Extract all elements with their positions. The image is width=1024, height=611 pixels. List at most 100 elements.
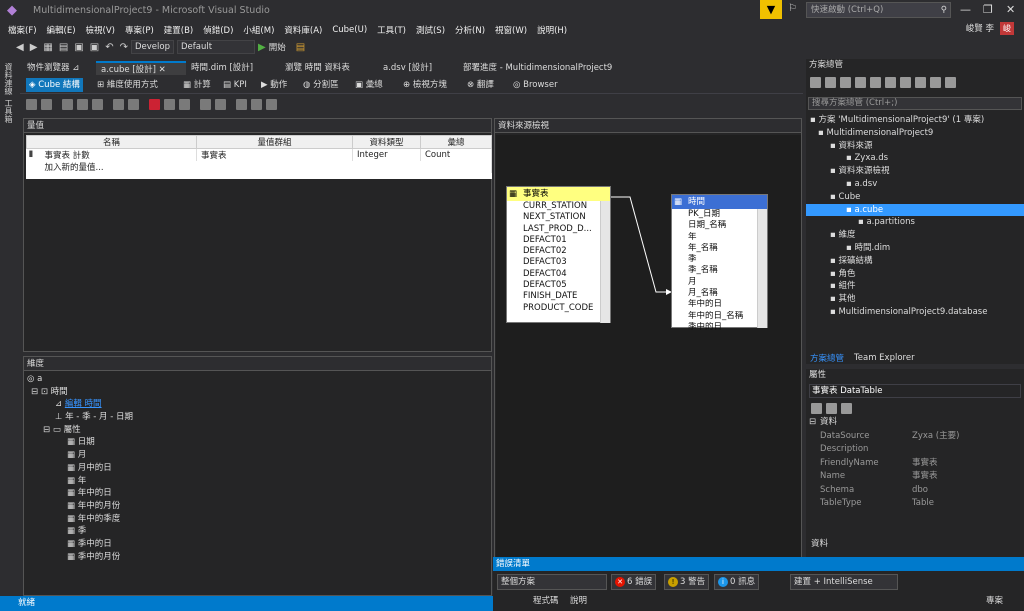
property-row[interactable]: FriendlyName 事實表 bbox=[806, 457, 1024, 471]
property-name: FriendlyName bbox=[820, 457, 879, 468]
messages-filter-button[interactable]: i0 訊息 bbox=[714, 574, 760, 590]
switch-view-icon[interactable] bbox=[855, 77, 866, 88]
solution-tree-item[interactable]: ▪ 維度 bbox=[806, 229, 1024, 242]
property-name: Description bbox=[820, 444, 869, 454]
solution-tree-item[interactable]: ▪ 組件 bbox=[806, 280, 1024, 293]
column-item[interactable]: 年中的日 bbox=[672, 299, 767, 310]
column-item[interactable]: PRODUCT_CODE bbox=[507, 303, 610, 314]
property-row[interactable]: Name 事實表 bbox=[806, 470, 1024, 484]
solution-tree-item[interactable]: ▪ 採礦結構 bbox=[806, 255, 1024, 268]
properties-description: 資料 bbox=[811, 539, 829, 549]
solution-tree-item[interactable]: ▪ a.cube bbox=[806, 203, 1024, 217]
error-icon: ✕ bbox=[615, 576, 625, 587]
column-item[interactable]: 季_名稱 bbox=[672, 265, 767, 276]
properties-pane: 屬性 事實表 DataTable ⊟ 資料 DataSource Zyxa (主要)… bbox=[806, 369, 1024, 559]
column-item[interactable]: LAST_PROD_D... bbox=[507, 224, 610, 235]
solution-tree-item[interactable]: ▪ 方案 'MultidimensionalProject9' (1 專案) bbox=[806, 114, 1024, 127]
column-item[interactable]: DEFACT04 bbox=[507, 269, 610, 280]
column-item[interactable]: 季中的日 bbox=[672, 322, 767, 333]
column-item[interactable]: 月 bbox=[672, 277, 767, 288]
solution-tree-item[interactable]: ▪ 資料來源檢視 bbox=[806, 165, 1024, 178]
preview-icon[interactable] bbox=[945, 77, 956, 88]
property-name: Name bbox=[820, 471, 846, 481]
col-project[interactable]: 專案 bbox=[986, 594, 1003, 606]
solution-tree-item[interactable]: ▪ a.dsv bbox=[806, 178, 1024, 191]
column-item[interactable]: CURR_STATION bbox=[507, 201, 610, 212]
status-bar: 就緒 bbox=[0, 596, 493, 611]
properties-category[interactable]: ⊟ 資料 bbox=[806, 416, 1024, 430]
property-pages-icon[interactable] bbox=[841, 402, 852, 414]
collapse-all-icon[interactable] bbox=[900, 77, 911, 88]
fact-scrollbar[interactable] bbox=[600, 201, 610, 323]
column-item[interactable]: 年中的日_名稱 bbox=[672, 311, 767, 322]
properties-object-select[interactable]: 事實表 DataTable bbox=[809, 384, 1021, 398]
error-list-title: 錯誤清單 bbox=[493, 557, 1024, 571]
solution-search-input[interactable]: 搜尋方案總管 (Ctrl+;) bbox=[808, 97, 1022, 110]
home-icon[interactable] bbox=[840, 77, 851, 88]
show-all-files-icon[interactable] bbox=[915, 77, 926, 88]
solution-tree-item[interactable]: ▪ 資料來源 bbox=[806, 140, 1024, 153]
property-row[interactable]: TableType Table bbox=[806, 497, 1024, 511]
build-intellisense-select[interactable]: 建置 + IntelliSense bbox=[790, 574, 898, 590]
property-name: TableType bbox=[820, 498, 862, 508]
solution-tabs: 方案總管 Team Explorer bbox=[806, 350, 1024, 365]
column-item[interactable]: DEFACT05 bbox=[507, 280, 610, 291]
solution-tree-item[interactable]: ▪ 其他 bbox=[806, 293, 1024, 306]
properties-title: 屬性 bbox=[809, 370, 827, 380]
solution-toolbar bbox=[808, 77, 958, 88]
property-row[interactable]: Schema dbo bbox=[806, 484, 1024, 498]
column-item[interactable]: 月_名稱 bbox=[672, 288, 767, 299]
collapse-icon[interactable]: ⊟ bbox=[809, 416, 816, 430]
property-row[interactable]: DataSource Zyxa (主要) bbox=[806, 430, 1024, 444]
property-row[interactable]: Description bbox=[806, 443, 1024, 457]
tab-team-explorer[interactable]: Team Explorer bbox=[854, 353, 915, 363]
col-description[interactable]: 說明 bbox=[570, 594, 587, 606]
table-icon: ▦ bbox=[509, 189, 518, 199]
forward-icon[interactable] bbox=[825, 77, 836, 88]
fact-table-box[interactable]: ▦ 事實表 CURR_STATION NEXT_STATION LAST_PROD_D… bbox=[506, 186, 611, 323]
scope-select[interactable]: 整個方案 bbox=[497, 574, 607, 590]
column-item[interactable]: DEFACT01 bbox=[507, 235, 610, 246]
tab-solution-explorer[interactable]: 方案總管 bbox=[810, 352, 844, 364]
time-scrollbar[interactable] bbox=[757, 209, 767, 328]
property-value[interactable]: dbo bbox=[912, 484, 928, 498]
property-value[interactable]: Zyxa (主要) bbox=[912, 430, 959, 444]
column-item[interactable]: DEFACT03 bbox=[507, 257, 610, 268]
solution-tree-item[interactable]: ▪ MultidimensionalProject9.database bbox=[806, 306, 1024, 319]
info-icon: i bbox=[718, 576, 728, 587]
solution-tree-item[interactable]: ▪ MultidimensionalProject9 bbox=[806, 127, 1024, 140]
solution-tree-item[interactable]: ▪ Cube bbox=[806, 191, 1024, 204]
column-item[interactable]: DEFACT02 bbox=[507, 246, 610, 257]
column-item[interactable]: PK_日期 bbox=[672, 209, 767, 220]
solution-tree-item[interactable]: ▪ 角色 bbox=[806, 268, 1024, 281]
solution-tree-item[interactable]: ▪ 時間.dim bbox=[806, 242, 1024, 255]
solution-tree-item[interactable]: ▪ Zyxa.ds bbox=[806, 152, 1024, 165]
solution-explorer-title: 方案總管 bbox=[809, 60, 844, 70]
fact-table-header[interactable]: ▦ 事實表 bbox=[507, 187, 610, 201]
property-value[interactable]: Table bbox=[912, 497, 934, 511]
column-item[interactable]: 年 bbox=[672, 232, 767, 243]
categorized-icon[interactable] bbox=[811, 402, 822, 414]
solution-tree-item[interactable]: ▪ a.partitions bbox=[806, 216, 1024, 229]
property-name: DataSource bbox=[820, 430, 870, 441]
properties-icon[interactable] bbox=[930, 77, 941, 88]
column-item[interactable]: FINISH_DATE bbox=[507, 291, 610, 302]
pending-changes-icon[interactable] bbox=[870, 77, 881, 88]
column-item[interactable]: 日期_名稱 bbox=[672, 220, 767, 231]
fact-columns: CURR_STATION NEXT_STATION LAST_PROD_D... DE… bbox=[507, 201, 610, 314]
warnings-filter-button[interactable]: ! 3 警告 bbox=[664, 574, 710, 590]
back-icon[interactable] bbox=[810, 77, 821, 88]
refresh-icon[interactable] bbox=[885, 77, 896, 88]
property-value[interactable]: 事實表 bbox=[912, 470, 938, 484]
column-item[interactable]: 年_名稱 bbox=[672, 243, 767, 254]
table-icon: ▦ bbox=[674, 197, 683, 207]
property-value[interactable]: 事實表 bbox=[912, 457, 938, 471]
column-item[interactable]: 季 bbox=[672, 254, 767, 265]
column-item[interactable]: NEXT_STATION bbox=[507, 212, 610, 223]
col-code[interactable]: 程式碼 bbox=[533, 594, 559, 606]
alphabetical-icon[interactable] bbox=[826, 402, 837, 414]
errors-filter-button[interactable]: ✕ 6 錯誤 bbox=[611, 574, 657, 590]
time-table-box[interactable]: ▦ 時間 PK_日期 日期_名稱年年_名稱季季_名稱月月_名稱 年中的日 年中的日_名稱… bbox=[671, 194, 768, 332]
warning-icon: ! bbox=[668, 576, 678, 587]
time-table-header[interactable]: ▦ 時間 bbox=[672, 195, 767, 209]
